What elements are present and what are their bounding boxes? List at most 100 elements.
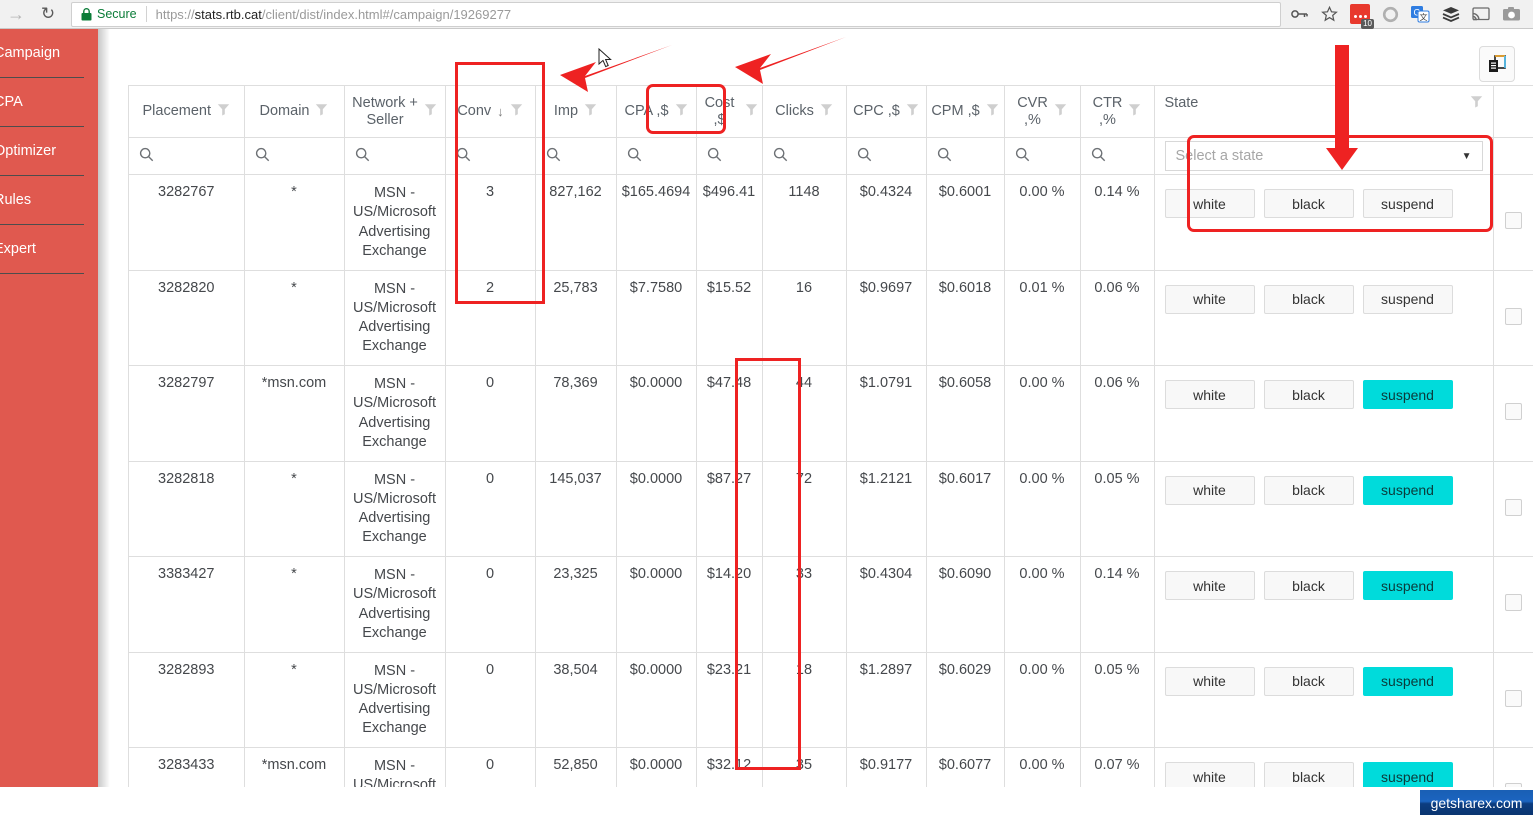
filter-icon[interactable] [745,103,758,120]
column-header-cpm[interactable]: CPM ,$ [926,86,1005,139]
filter-cell-domain[interactable] [244,137,345,176]
state-button-black[interactable]: black [1263,284,1354,314]
filter-cell-state[interactable]: Select a state ▼ [1154,137,1494,176]
search-icon[interactable] [139,147,154,166]
filter-icon[interactable] [510,103,523,120]
filter-icon[interactable] [820,103,833,120]
filter-icon[interactable] [1128,103,1141,120]
search-icon[interactable] [1091,147,1106,166]
filter-cell-network-seller[interactable] [344,137,446,176]
filter-cell-cpm[interactable] [926,137,1005,176]
filter-cell-cost[interactable] [696,137,763,176]
column-header-cvr[interactable]: CVR,% [1004,86,1081,139]
filter-icon[interactable] [315,103,328,120]
filter-icon[interactable] [675,103,688,120]
state-button-black[interactable]: black [1263,380,1354,410]
filter-icon[interactable] [424,103,437,120]
search-icon[interactable] [355,147,370,166]
search-icon[interactable] [255,147,270,166]
search-icon[interactable] [546,147,561,166]
row-checkbox[interactable] [1505,594,1522,612]
chevron-down-icon[interactable]: ▼ [1462,151,1472,162]
camera-icon[interactable] [1502,6,1521,22]
column-header-imp[interactable]: Imp [535,86,617,139]
sidebar-item-expert[interactable]: Expert [0,225,84,274]
layers-icon[interactable] [1442,6,1460,22]
sidebar-item-campaign[interactable]: Campaign [0,29,84,78]
row-checkbox[interactable] [1505,782,1522,787]
state-select-dropdown[interactable]: Select a state ▼ [1164,141,1483,172]
state-button-black[interactable]: black [1263,571,1354,601]
filter-icon[interactable] [217,103,230,120]
column-header-clicks[interactable]: Clicks [762,86,847,139]
google-translate-icon[interactable]: G文 [1411,5,1430,23]
cast-icon[interactable] [1472,6,1490,22]
badge-dots-icon [1353,14,1367,18]
filter-icon[interactable] [906,103,919,120]
state-button-white[interactable]: white [1164,189,1255,219]
sidebar-item-optimizer[interactable]: Optimizer [0,127,84,176]
column-header-conv[interactable]: Conv ↓ [445,86,536,139]
row-checkbox[interactable] [1505,689,1522,707]
filter-icon[interactable] [584,103,597,120]
row-checkbox[interactable] [1505,498,1522,516]
state-button-suspend[interactable]: suspend [1362,284,1453,314]
row-checkbox[interactable] [1505,403,1522,421]
column-header-ctr[interactable]: CTR,% [1080,86,1155,139]
state-button-white[interactable]: white [1164,762,1255,787]
state-button-white[interactable]: white [1164,571,1255,601]
state-button-suspend[interactable]: suspend [1362,571,1453,601]
search-icon[interactable] [456,147,471,166]
filter-cell-clicks[interactable] [762,137,847,176]
column-header-state[interactable]: State [1154,86,1494,139]
column-header-placement[interactable]: Placement [129,86,245,139]
state-button-suspend[interactable]: suspend [1362,380,1453,410]
state-button-black[interactable]: black [1263,475,1354,505]
columns-settings-button[interactable] [1479,46,1515,82]
column-header-network-seller[interactable]: Network + Seller [344,86,446,139]
search-icon[interactable] [707,147,722,166]
circle-icon[interactable] [1382,6,1399,23]
state-button-white[interactable]: white [1164,380,1255,410]
search-icon[interactable] [773,147,788,166]
search-icon[interactable] [937,147,952,166]
filter-icon[interactable] [1054,103,1067,120]
extension-badge-icon[interactable]: 10 [1350,4,1374,29]
filter-cell-cpa[interactable] [616,137,697,176]
column-header-cpc[interactable]: CPC ,$ [846,86,927,139]
reload-icon[interactable]: ↻ [34,0,62,28]
row-checkbox[interactable] [1505,307,1522,325]
filter-cell-cpc[interactable] [846,137,927,176]
filter-cell-imp[interactable] [535,137,617,176]
state-button-black[interactable]: black [1263,762,1354,787]
forward-icon[interactable]: → [2,0,30,28]
filter-cell-placement[interactable] [129,137,245,176]
row-checkbox[interactable] [1505,212,1522,230]
column-header-domain[interactable]: Domain [244,86,345,139]
state-button-white[interactable]: white [1164,666,1255,696]
search-icon[interactable] [627,147,642,166]
key-icon[interactable] [1291,7,1309,21]
column-header-cost[interactable]: Cost ,$ [696,86,763,139]
address-bar[interactable]: Secure https://stats.rtb.cat/client/dist… [71,1,1281,27]
state-button-suspend[interactable]: suspend [1362,666,1453,696]
filter-cell-conv[interactable] [445,137,536,176]
column-header-cpa[interactable]: CPA ,$ [616,86,697,139]
sidebar-item-rules[interactable]: Rules [0,176,84,225]
sidebar-item-cpa[interactable]: CPA [0,78,84,127]
filter-icon[interactable] [986,103,999,120]
search-icon[interactable] [857,147,872,166]
state-button-white[interactable]: white [1164,284,1255,314]
filter-cell-cvr[interactable] [1004,137,1081,176]
search-icon[interactable] [1015,147,1030,166]
state-button-suspend[interactable]: suspend [1362,475,1453,505]
sort-desc-icon[interactable]: ↓ [497,104,504,119]
state-button-black[interactable]: black [1263,189,1354,219]
state-button-white[interactable]: white [1164,475,1255,505]
bookmark-star-icon[interactable] [1321,5,1338,23]
state-button-suspend[interactable]: suspend [1362,762,1453,787]
filter-cell-ctr[interactable] [1080,137,1155,176]
state-button-suspend[interactable]: suspend [1362,189,1453,219]
filter-icon[interactable] [1470,95,1483,112]
state-button-black[interactable]: black [1263,666,1354,696]
